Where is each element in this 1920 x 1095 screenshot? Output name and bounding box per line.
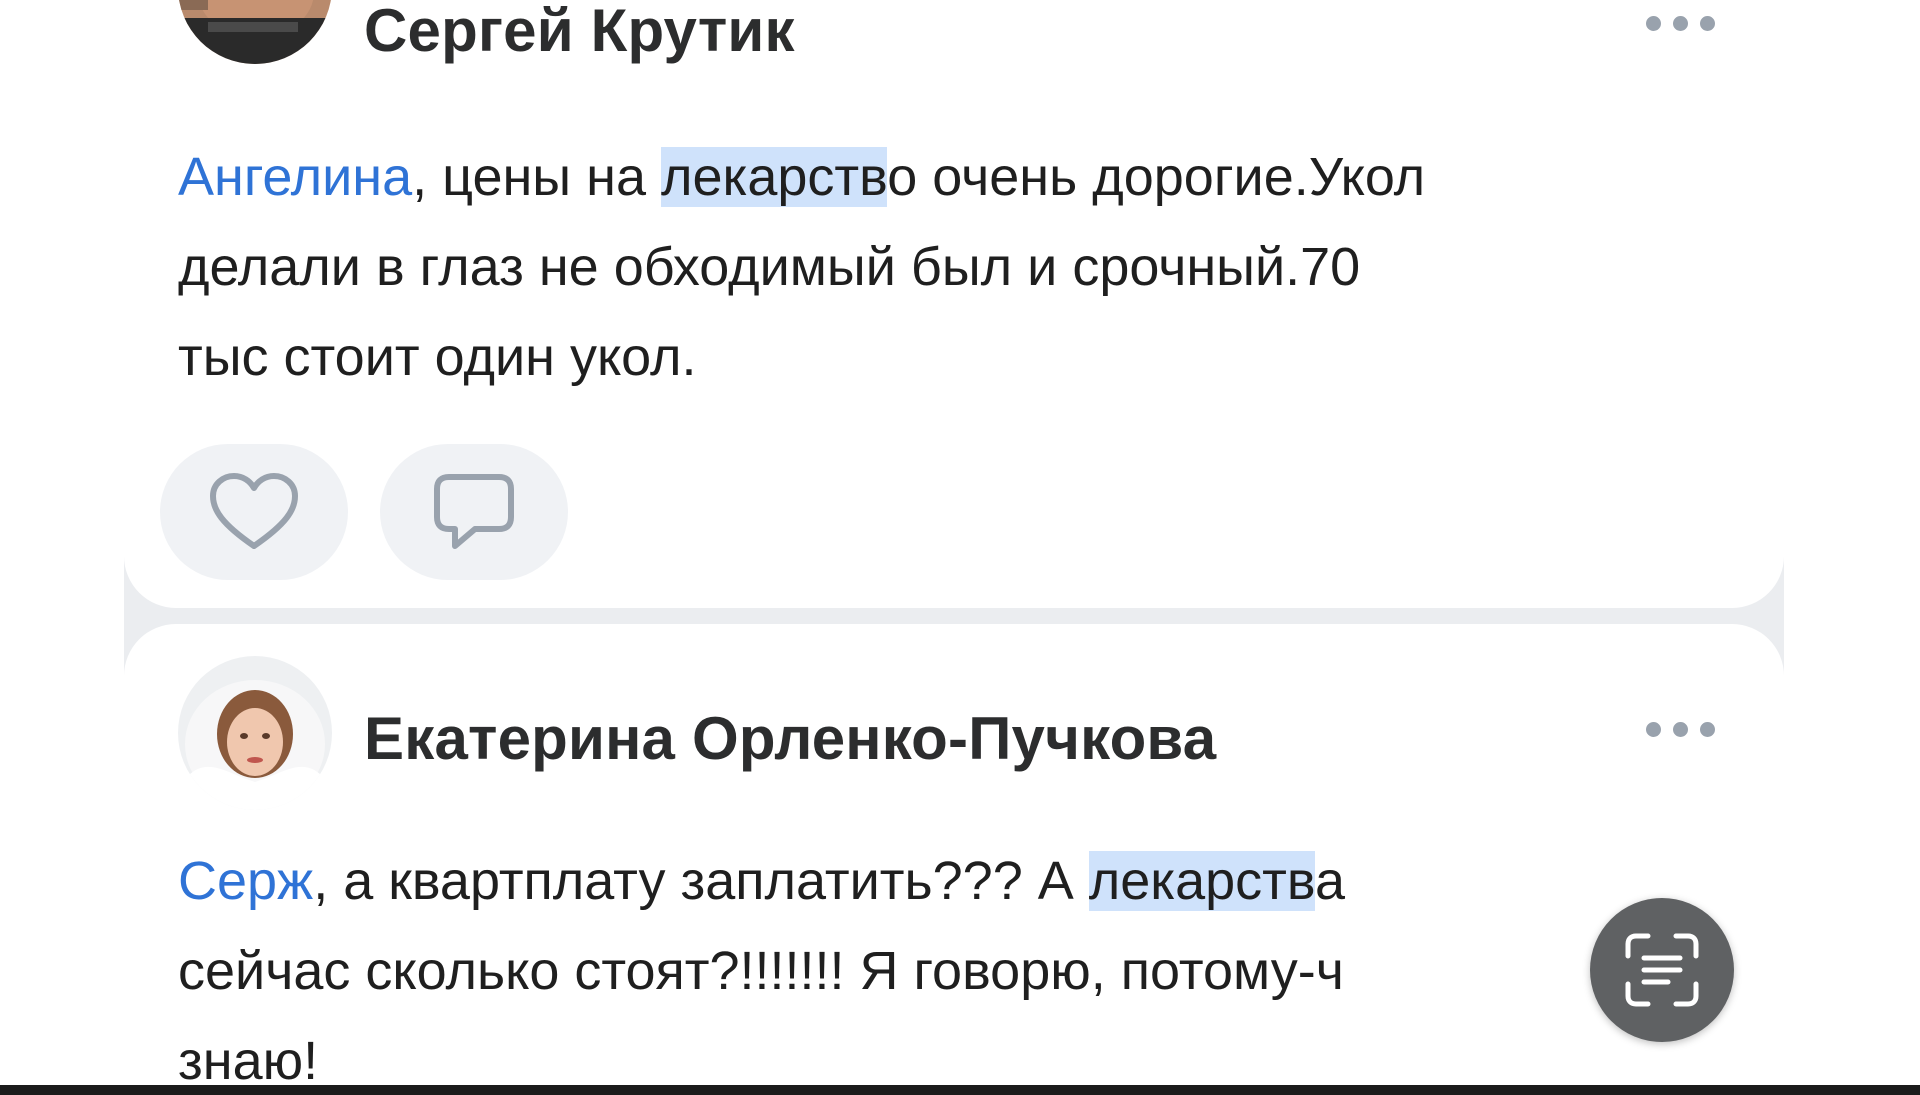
avatar[interactable] xyxy=(178,656,332,810)
comment-line: Серж, а квартплату заплатить??? А лекарс… xyxy=(178,836,1345,926)
search-highlight: лекарств xyxy=(1088,851,1315,911)
comment-card: Екатерина Орленко-Пучкова Серж, а квартп… xyxy=(124,624,1784,1095)
comment-line: сейчас сколько стоят?!!!!!!! Я говорю, п… xyxy=(178,941,1344,1001)
screen-bottom-edge xyxy=(0,1085,1920,1095)
comment-line: знаю! xyxy=(178,1031,319,1091)
avatar[interactable] xyxy=(178,0,332,64)
like-button[interactable] xyxy=(160,444,348,580)
text-scan-icon xyxy=(1625,933,1699,1007)
text-fragment: , цены на xyxy=(412,147,661,207)
more-horizontal-icon[interactable] xyxy=(1646,14,1716,34)
text-fragment: , а квартплату заплатить??? А xyxy=(313,851,1089,911)
reply-button[interactable] xyxy=(380,444,568,580)
author-name[interactable]: Сергей Крутик xyxy=(364,0,795,65)
text-fragment: о очень дорогие.Укол xyxy=(887,147,1426,207)
comment-text: Серж, а квартплату заплатить??? А лекарс… xyxy=(178,836,1345,1095)
comment-line: Ангелина, цены на лекарство очень дороги… xyxy=(178,132,1425,222)
search-highlight: лекарств xyxy=(660,147,888,207)
comment-text: Ангелина, цены на лекарство очень дороги… xyxy=(178,132,1425,402)
heart-icon xyxy=(210,473,298,549)
comment-line: делали в глаз не обходимый был и срочный… xyxy=(178,237,1361,297)
comment-icon xyxy=(434,474,514,549)
mention-link[interactable]: Ангелина xyxy=(178,147,412,207)
comment-card: Сергей Крутик Ангелина, цены на лекарств… xyxy=(124,0,1784,608)
comment-line: тыс стоит один укол. xyxy=(178,327,697,387)
text-fragment: а xyxy=(1315,851,1346,911)
more-horizontal-icon[interactable] xyxy=(1646,720,1716,740)
author-name[interactable]: Екатерина Орленко-Пучкова xyxy=(364,704,1216,773)
text-scan-button[interactable] xyxy=(1590,898,1734,1042)
screen: Сергей Крутик Ангелина, цены на лекарств… xyxy=(0,0,1920,1095)
mention-link[interactable]: Серж xyxy=(178,851,313,911)
